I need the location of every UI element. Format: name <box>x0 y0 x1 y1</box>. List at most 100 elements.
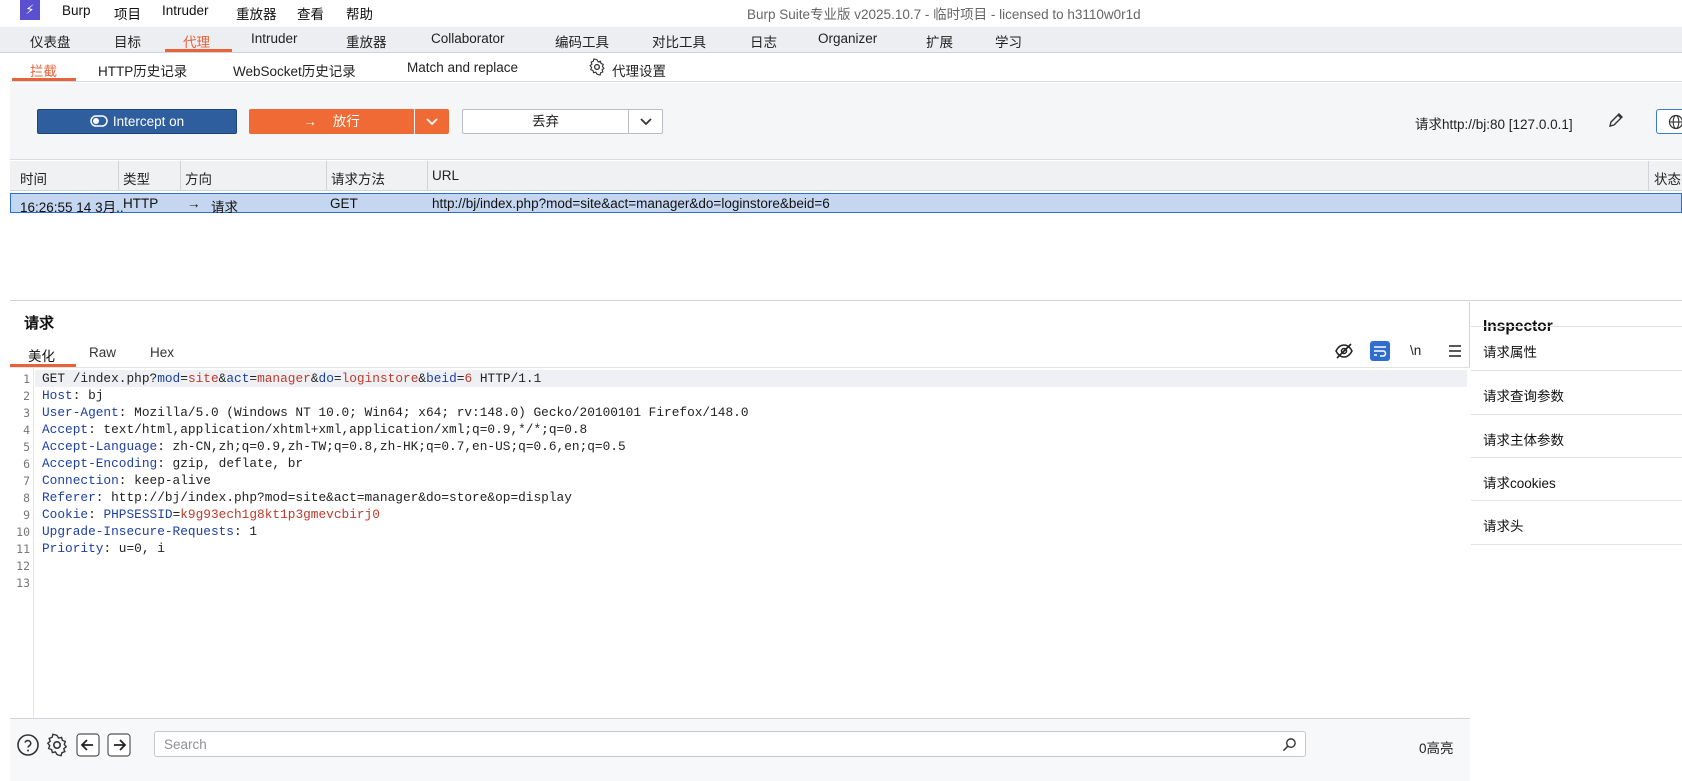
header-cookie: Cookie: PHPSESSID=k9g93ech1g8kt1p3gmevcb… <box>42 507 380 522</box>
forward-button[interactable]: → 放行 <box>249 109 414 134</box>
col-status[interactable]: 状态 <box>1654 168 1681 188</box>
tab-proxy[interactable]: 代理 <box>183 31 210 51</box>
table-header: 时间 类型 方向 请求方法 URL 状态 <box>10 161 1682 191</box>
line-number: 9 <box>23 508 30 522</box>
inspector-query-params[interactable]: 请求查询参数 <box>1471 370 1682 416</box>
header-user-agent: User-Agent: Mozilla/5.0 (Windows NT 10.0… <box>42 405 749 420</box>
proxy-sub-tabs: 拦截 HTTP历史记录 WebSocket历史记录 Match and repl… <box>10 54 1682 82</box>
gear-icon[interactable] <box>45 733 69 757</box>
previous-arrow-icon[interactable] <box>76 733 100 757</box>
forward-options-button[interactable] <box>415 109 449 134</box>
tab-repeater[interactable]: 重放器 <box>346 31 387 51</box>
column-divider[interactable] <box>326 161 327 191</box>
col-url[interactable]: URL <box>432 168 459 183</box>
subtab-websocket-history[interactable]: WebSocket历史记录 <box>233 60 356 80</box>
column-divider[interactable] <box>118 161 119 191</box>
menu-icon[interactable] <box>1447 343 1463 359</box>
proxy-settings-label: 代理设置 <box>612 64 666 79</box>
tab-collaborator[interactable]: Collaborator <box>431 31 505 46</box>
inspector-headers[interactable]: 请求头 <box>1471 500 1682 546</box>
column-divider[interactable] <box>427 161 428 191</box>
tab-comparer[interactable]: 对比工具 <box>652 31 706 51</box>
hide-nonprinting-icon[interactable] <box>1335 342 1353 360</box>
column-divider[interactable] <box>1648 161 1649 191</box>
menu-intruder[interactable]: Intruder <box>162 3 209 18</box>
subtab-intercept[interactable]: 拦截 <box>30 60 57 80</box>
request-line: GET /index.php?mod=site&act=manager&do=l… <box>42 371 542 386</box>
inspector-cookies[interactable]: 请求cookies <box>1471 457 1682 503</box>
search-input[interactable]: Search <box>154 731 1306 757</box>
chevron-down-icon <box>639 118 652 126</box>
drop-options-button[interactable] <box>628 109 663 134</box>
request-editor[interactable]: 1 2 3 4 5 6 7 8 9 10 11 12 13 GET /index… <box>10 368 1470 718</box>
line-number-gutter: 1 2 3 4 5 6 7 8 9 10 11 12 13 <box>10 368 34 718</box>
divider <box>1471 544 1682 545</box>
window-title: Burp Suite专业版 v2025.10.7 - 临时项目 - licens… <box>747 7 1141 22</box>
browser-button[interactable] <box>1656 109 1682 134</box>
tab-logger[interactable]: 日志 <box>750 31 777 51</box>
col-direction[interactable]: 方向 <box>185 168 212 188</box>
col-method[interactable]: 请求方法 <box>331 168 385 188</box>
intercept-queue-table: 时间 类型 方向 请求方法 URL 状态 16:26:55 14 3月.. HT… <box>10 161 1682 301</box>
menu-repeater[interactable]: 重放器 <box>236 3 277 23</box>
line-number: 10 <box>16 525 30 539</box>
title-bar: ⚡ Burp 项目 Intruder 重放器 查看 帮助 Burp Suite专… <box>0 0 1682 24</box>
intercept-toolbar: Intercept on → 放行 丢弃 请求http://bj:80 [127.… <box>10 83 1682 160</box>
tab-raw[interactable]: Raw <box>89 345 116 360</box>
inspector-request-attributes[interactable]: 请求属性 <box>1471 326 1682 372</box>
wrap-icon <box>1374 346 1387 357</box>
tab-hex[interactable]: Hex <box>150 345 174 360</box>
tab-decoder[interactable]: 编码工具 <box>555 31 609 51</box>
pencil-icon[interactable] <box>1607 111 1625 129</box>
line-number: 4 <box>23 423 30 437</box>
header-host: Host: bj <box>42 388 104 403</box>
line-number: 5 <box>23 440 30 454</box>
tab-target[interactable]: 目标 <box>114 31 141 51</box>
inspector-item-label: 请求头 <box>1483 519 1524 534</box>
cell-url: http://bj/index.php?mod=site&act=manager… <box>432 196 830 211</box>
chevron-down-icon <box>426 118 438 126</box>
table-row[interactable]: 16:26:55 14 3月.. HTTP → 请求 GET http://bj… <box>10 193 1682 215</box>
header-accept: Accept: text/html,application/xhtml+xml,… <box>42 422 588 437</box>
inspector-item-label: 请求属性 <box>1483 345 1537 360</box>
menu-view[interactable]: 查看 <box>297 3 324 23</box>
intercept-toggle-button[interactable]: Intercept on <box>37 109 237 134</box>
column-divider[interactable] <box>180 161 181 191</box>
line-number: 1 <box>23 372 30 386</box>
cell-direction: 请求 <box>211 200 238 215</box>
col-type[interactable]: 类型 <box>123 168 150 188</box>
active-subtab-indicator <box>12 78 76 81</box>
line-number: 3 <box>23 406 30 420</box>
subtab-match-replace[interactable]: Match and replace <box>407 60 518 75</box>
request-pane: 请求 美化 Raw Hex \n 1 2 3 4 5 6 7 8 9 10 11… <box>10 302 1470 781</box>
line-number: 13 <box>16 576 30 590</box>
burp-logo-icon: ⚡ <box>20 0 40 20</box>
cell-method: GET <box>330 196 358 211</box>
tab-intruder[interactable]: Intruder <box>251 31 298 46</box>
tab-extensions[interactable]: 扩展 <box>926 31 953 51</box>
globe-icon <box>1668 114 1682 130</box>
next-arrow-icon[interactable] <box>107 733 131 757</box>
tab-learn[interactable]: 学习 <box>995 31 1022 51</box>
subtab-http-history[interactable]: HTTP历史记录 <box>98 60 187 80</box>
help-icon[interactable] <box>16 733 40 757</box>
forward-label: 放行 <box>332 114 360 129</box>
inspector-body-params[interactable]: 请求主体参数 <box>1471 414 1682 460</box>
menu-help[interactable]: 帮助 <box>346 3 373 23</box>
intercept-label: Intercept on <box>112 114 185 129</box>
menu-project[interactable]: 项目 <box>114 3 141 23</box>
line-number: 6 <box>23 457 30 471</box>
tab-organizer[interactable]: Organizer <box>818 31 877 46</box>
newline-toggle[interactable]: \n <box>1410 343 1421 358</box>
line-number: 12 <box>16 559 30 573</box>
col-time[interactable]: 时间 <box>20 168 47 188</box>
header-accept-language: Accept-Language: zh-CN,zh;q=0.9,zh-TW;q=… <box>42 439 626 454</box>
drop-button[interactable]: 丢弃 <box>462 109 629 134</box>
active-tab-indicator <box>165 49 232 52</box>
tab-dashboard[interactable]: 仪表盘 <box>30 31 71 51</box>
request-target-info: 请求http://bj:80 [127.0.0.1] <box>1415 117 1573 132</box>
header-referer: Referer: http://bj/index.php?mod=site&ac… <box>42 490 572 505</box>
word-wrap-toggle[interactable] <box>1370 341 1390 361</box>
tab-pretty[interactable]: 美化 <box>28 345 55 365</box>
menu-burp[interactable]: Burp <box>62 3 91 18</box>
